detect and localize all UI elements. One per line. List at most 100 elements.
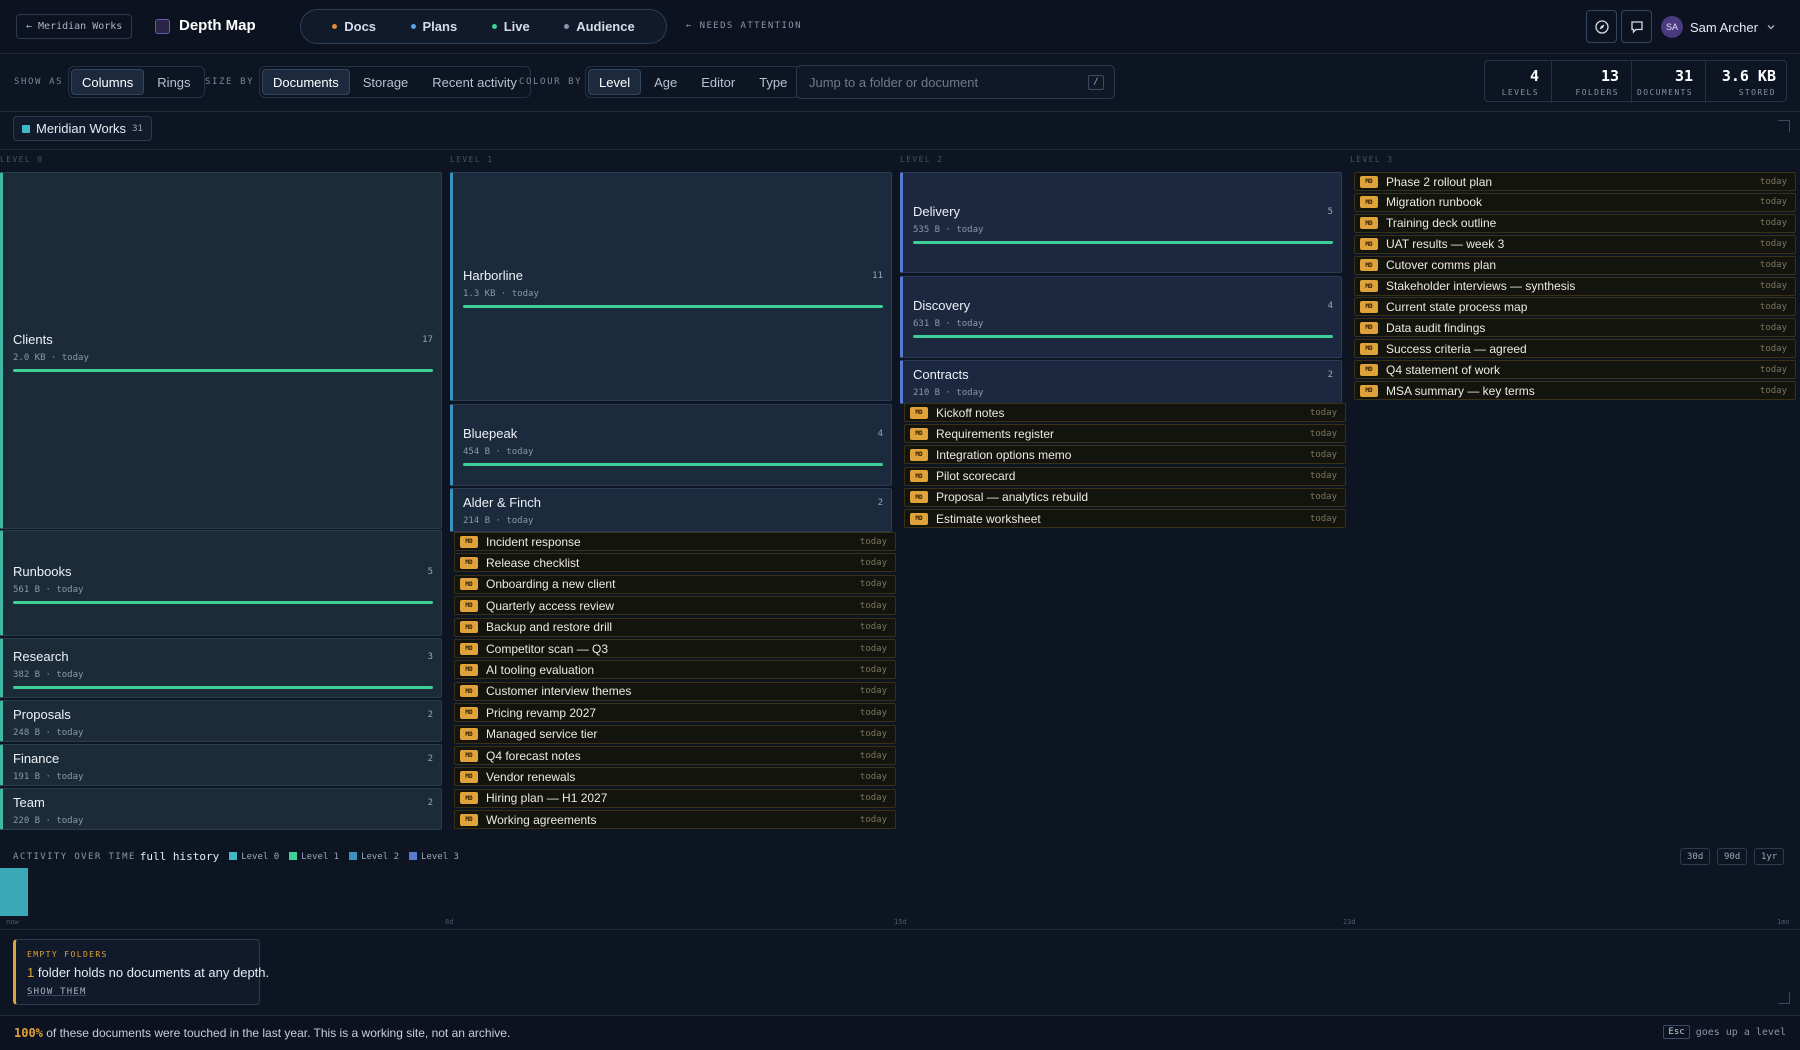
folder-research[interactable]: Research 3 382 B · today [0, 638, 442, 698]
stat-stored: 3.6 KB STORED [1705, 61, 1788, 103]
document-item[interactable]: MD Onboarding a new client today [454, 574, 896, 594]
folder-contracts[interactable]: Contracts 2 210 B · today [900, 360, 1342, 404]
folder-count: 2 [427, 710, 433, 720]
document-item[interactable]: MD Current state process map today [1354, 297, 1796, 317]
document-item[interactable]: MD Kickoff notes today [904, 403, 1346, 422]
markdown-tag: MD [1360, 259, 1378, 272]
comments-button[interactable] [1621, 10, 1652, 43]
document-item[interactable]: MD Estimate worksheet today [904, 509, 1346, 528]
document-item[interactable]: MD Vendor renewals today [454, 767, 896, 787]
folder-size-bar [463, 463, 883, 466]
breadcrumb[interactable]: Meridian Works 31 [13, 116, 152, 141]
folder-delivery[interactable]: Delivery 5 535 B · today [900, 172, 1342, 273]
document-item[interactable]: MD Phase 2 rollout plan today [1354, 172, 1796, 191]
size-by-option-recent-activity[interactable]: Recent activity [421, 69, 528, 95]
folder-name: Team [13, 795, 45, 810]
colour-by-option-type[interactable]: Type [748, 69, 798, 95]
document-item[interactable]: MD Competitor scan — Q3 today [454, 639, 896, 658]
show-as-option-rings[interactable]: Rings [146, 69, 201, 95]
search-input[interactable]: Jump to a folder or document / [796, 65, 1115, 99]
folder-finance[interactable]: Finance 2 191 B · today [0, 744, 442, 786]
folder-alder-finch[interactable]: Alder & Finch 2 214 B · today [450, 488, 892, 532]
activity-bar [0, 868, 28, 916]
document-date: today [859, 579, 887, 590]
size-by-option-documents[interactable]: Documents [262, 69, 350, 95]
notice-text: folder holds no documents at any depth. [37, 965, 270, 980]
folder-runbooks[interactable]: Runbooks 5 561 B · today [0, 530, 442, 636]
folder-clients[interactable]: Clients 17 2.0 KB · today [0, 172, 442, 529]
show-as-label: SHOW AS [14, 77, 64, 87]
document-date: today [859, 557, 887, 568]
colour-by-option-editor[interactable]: Editor [690, 69, 746, 95]
markdown-tag: MD [460, 706, 478, 719]
range-1yr[interactable]: 1yr [1754, 848, 1785, 865]
folder-team[interactable]: Team 2 220 B · today [0, 788, 442, 830]
folder-name: Bluepeak [463, 426, 518, 441]
document-item[interactable]: MD Hiring plan — H1 2027 today [454, 788, 896, 808]
user-menu[interactable]: SA Sam Archer [1661, 15, 1776, 39]
range-90d[interactable]: 90d [1717, 848, 1748, 865]
document-item[interactable]: MD Pricing revamp 2027 today [454, 703, 896, 723]
tab-docs[interactable]: Docs [332, 19, 376, 34]
tab-plans[interactable]: Plans [410, 19, 457, 34]
document-title: Customer interview themes [486, 684, 632, 699]
folder-discovery[interactable]: Discovery 4 631 B · today [900, 276, 1342, 358]
colour-by-option-level[interactable]: Level [588, 69, 642, 95]
depth-map-columns: LEVEL 0 LEVEL 1 LEVEL 2 LEVEL 3 Clients 1… [0, 150, 1800, 840]
level-2-heading: LEVEL 2 [900, 155, 944, 164]
markdown-tag: MD [460, 685, 478, 698]
stat-label: DOCUMENTS [1637, 88, 1693, 97]
document-item[interactable]: MD Migration runbook today [1354, 192, 1796, 212]
document-item[interactable]: MD Customer interview themes today [454, 681, 896, 701]
range-30d[interactable]: 30d [1680, 848, 1711, 865]
document-title: Competitor scan — Q3 [486, 641, 609, 656]
folder-name: Alder & Finch [463, 495, 542, 510]
document-date: today [859, 664, 887, 675]
app-logo-icon [155, 19, 170, 34]
document-item[interactable]: MD Q4 statement of work today [1354, 360, 1796, 380]
tab-live[interactable]: Live [491, 19, 530, 34]
show-as-option-columns[interactable]: Columns [71, 69, 145, 95]
document-item[interactable]: MD Quarterly access review today [454, 596, 896, 616]
colour-by-option-age[interactable]: Age [643, 69, 688, 95]
document-item[interactable]: MD Q4 forecast notes today [454, 746, 896, 765]
document-item[interactable]: MD MSA summary — key terms today [1354, 381, 1796, 400]
folder-size-bar [13, 601, 433, 604]
document-item[interactable]: MD Working agreements today [454, 810, 896, 830]
back-button[interactable]: ← Meridian Works [16, 14, 133, 39]
markdown-tag: MD [460, 642, 478, 655]
document-item[interactable]: MD Data audit findings today [1354, 318, 1796, 338]
document-date: today [1759, 364, 1787, 375]
document-item[interactable]: MD Requirements register today [904, 424, 1346, 444]
document-item[interactable]: MD Integration options memo today [904, 445, 1346, 465]
compass-button[interactable] [1586, 10, 1617, 43]
document-item[interactable]: MD Backup and restore drill today [454, 617, 896, 637]
document-date: today [1759, 281, 1787, 291]
document-item[interactable]: MD Pilot scorecard today [904, 466, 1346, 486]
show-them-link[interactable]: SHOW THEM [27, 987, 87, 997]
document-item[interactable]: MD AI tooling evaluation today [454, 660, 896, 680]
document-date: today [1759, 301, 1787, 312]
folder-name: Clients [13, 331, 53, 347]
document-item[interactable]: MD Incident response today [454, 532, 896, 551]
axis-tick-label: now [6, 918, 19, 926]
document-title: Stakeholder interviews — synthesis [1386, 279, 1576, 293]
document-item[interactable]: MD Cutover comms plan today [1354, 255, 1796, 275]
notice-count: 1 [27, 965, 35, 980]
document-item[interactable]: MD Managed service tier today [454, 724, 896, 744]
document-item[interactable]: MD Training deck outline today [1354, 213, 1796, 233]
folder-size-bar [463, 304, 883, 308]
needs-attention-link[interactable]: ← NEEDS ATTENTION [686, 21, 802, 31]
size-by-option-storage[interactable]: Storage [352, 69, 420, 95]
folder-bluepeak[interactable]: Bluepeak 4 454 B · today [450, 404, 892, 486]
folder-harborline[interactable]: Harborline 11 1.3 KB · today [450, 172, 892, 401]
document-item[interactable]: MD Release checklist today [454, 553, 896, 573]
document-title: Vendor renewals [486, 769, 576, 784]
tab-audience[interactable]: Audience [564, 19, 635, 34]
document-item[interactable]: MD Success criteria — agreed today [1354, 339, 1796, 359]
document-item[interactable]: MD Proposal — analytics rebuild today [904, 487, 1346, 507]
folder-proposals[interactable]: Proposals 2 248 B · today [0, 700, 442, 742]
document-item[interactable]: MD UAT results — week 3 today [1354, 234, 1796, 254]
document-item[interactable]: MD Stakeholder interviews — synthesis toda… [1354, 276, 1796, 296]
folder-count: 17 [422, 334, 433, 345]
